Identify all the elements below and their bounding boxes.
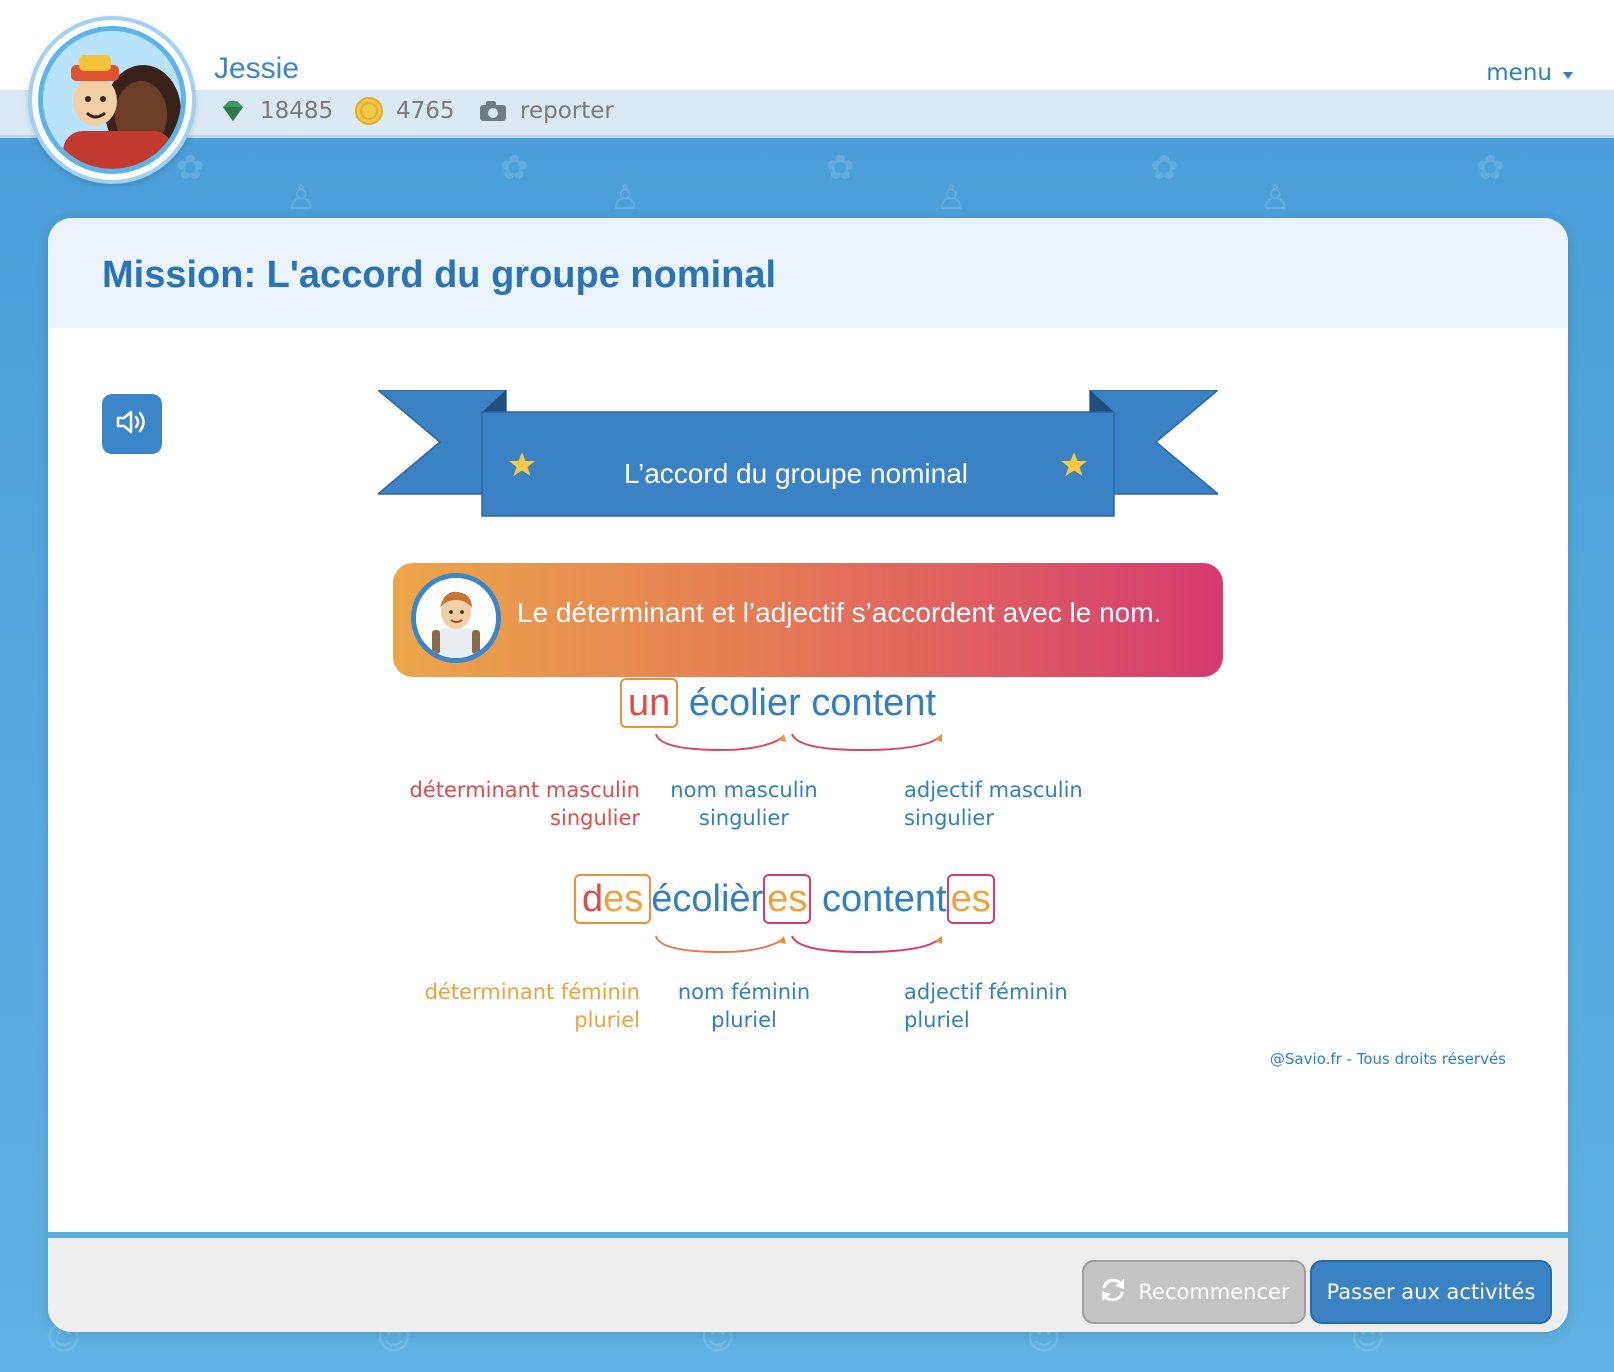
agreement-arrows-plural bbox=[655, 935, 942, 954]
menu-label: menu bbox=[1486, 60, 1552, 86]
example-singular: un écolier content bbox=[620, 678, 936, 728]
user-avatar[interactable] bbox=[28, 16, 196, 184]
username: Jessie bbox=[214, 52, 300, 85]
coins-count: 4765 bbox=[396, 98, 455, 124]
ribbon-title: L’accord du groupe nominal bbox=[623, 458, 968, 489]
report-label: reporter bbox=[520, 98, 614, 124]
next-activities-button[interactable]: Passer aux activités bbox=[1310, 1260, 1552, 1324]
mission-card: Mission: L'accord du groupe nominal L’ac… bbox=[48, 218, 1568, 1332]
avatar-image bbox=[38, 26, 186, 174]
rule-text: Le déterminant et l’adjectif s’accordent… bbox=[517, 597, 1162, 628]
restart-label: Recommencer bbox=[1138, 1280, 1290, 1304]
noun-plural-ending: es bbox=[763, 874, 812, 924]
card-footer: Recommencer Passer aux activités bbox=[48, 1232, 1568, 1332]
noun-singular: écolier bbox=[688, 682, 801, 724]
det-plural: des bbox=[574, 874, 652, 924]
agreement-arrows-singular bbox=[655, 733, 942, 752]
det-plural-label: déterminant féminin pluriel bbox=[424, 980, 640, 1032]
gems-stat: 18485 bbox=[218, 96, 333, 126]
next-activities-label: Passer aux activités bbox=[1326, 1280, 1536, 1304]
restart-button[interactable]: Recommencer bbox=[1082, 1260, 1306, 1324]
student-avatar bbox=[411, 573, 501, 663]
camera-icon bbox=[478, 96, 508, 126]
gem-icon bbox=[218, 96, 248, 126]
adj-plural-ending: es bbox=[946, 874, 995, 924]
copyright: @Savio.fr - Tous droits réservés bbox=[1269, 1050, 1506, 1068]
det-singular: un bbox=[620, 678, 679, 728]
noun-plural: écolièr bbox=[651, 878, 764, 920]
det-singular-label: déterminant masculin singulier bbox=[409, 778, 640, 830]
report-link[interactable]: reporter bbox=[478, 96, 614, 126]
gems-count: 18485 bbox=[260, 98, 334, 124]
sound-button[interactable] bbox=[102, 394, 162, 454]
adj-plural: content bbox=[821, 878, 947, 920]
menu-button[interactable]: menu bbox=[1486, 60, 1574, 86]
chevron-down-icon bbox=[1562, 60, 1574, 86]
example-plural: des écolièr es content es bbox=[574, 874, 995, 924]
refresh-icon bbox=[1098, 1275, 1128, 1310]
noun-singular-label: nom masculin singulier bbox=[670, 778, 818, 830]
speaker-icon bbox=[115, 408, 149, 440]
coin-icon bbox=[354, 96, 384, 126]
noun-plural-label: nom féminin pluriel bbox=[677, 980, 811, 1032]
page-title: Mission: L'accord du groupe nominal bbox=[102, 254, 777, 296]
rule-box: Le déterminant et l’adjectif s’accordent… bbox=[393, 563, 1223, 677]
coins-stat: 4765 bbox=[354, 96, 455, 126]
adj-singular: content bbox=[811, 682, 937, 724]
adj-singular-label: adjectif masculin singulier bbox=[904, 778, 1083, 830]
adj-plural-label: adjectif féminin pluriel bbox=[904, 980, 1068, 1032]
